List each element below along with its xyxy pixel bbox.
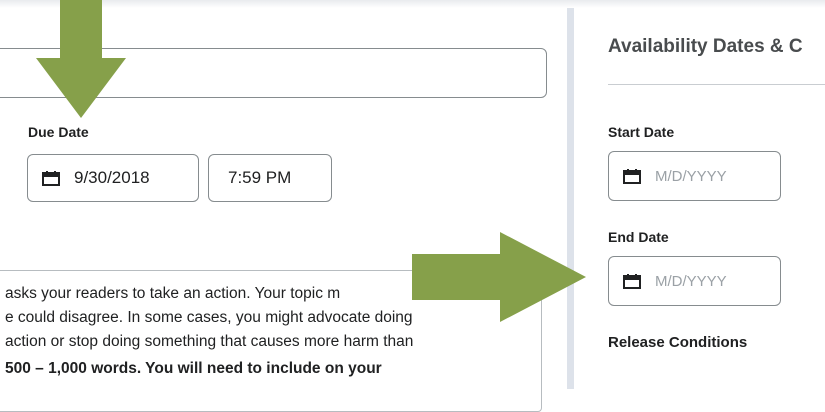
- calendar-icon: [623, 273, 641, 289]
- description-line: e could disagree. In some cases, you mig…: [5, 309, 413, 326]
- section-divider: [608, 84, 825, 85]
- description-line: action or stop doing something that caus…: [5, 333, 414, 350]
- down-arrow-annotation: [36, 0, 126, 118]
- start-date-placeholder: M/D/YYYY: [655, 167, 727, 185]
- due-time-input[interactable]: 7:59 PM: [208, 154, 332, 202]
- due-date-input[interactable]: 9/30/2018: [27, 154, 199, 202]
- start-date-input[interactable]: M/D/YYYY: [608, 151, 781, 201]
- pane-divider: [567, 8, 574, 389]
- right-arrow-annotation: [412, 232, 586, 322]
- end-date-label: End Date: [608, 229, 669, 245]
- description-line: 500 – 1,000 words. You will need to incl…: [5, 360, 382, 377]
- due-date-label: Due Date: [28, 124, 89, 140]
- calendar-icon: [42, 170, 60, 186]
- availability-title: Availability Dates & C: [608, 36, 803, 57]
- description-line: asks your readers to take an action. You…: [5, 285, 341, 302]
- start-date-label: Start Date: [608, 124, 675, 140]
- availability-pane: Availability Dates & C Start Date M/D/YY…: [574, 8, 825, 389]
- due-time-value: 7:59 PM: [228, 168, 292, 187]
- release-conditions-label: Release Conditions: [608, 334, 748, 351]
- calendar-icon: [623, 168, 641, 184]
- end-date-input[interactable]: M/D/YYYY: [608, 256, 781, 306]
- end-date-placeholder: M/D/YYYY: [655, 272, 727, 290]
- due-date-value: 9/30/2018: [74, 168, 150, 187]
